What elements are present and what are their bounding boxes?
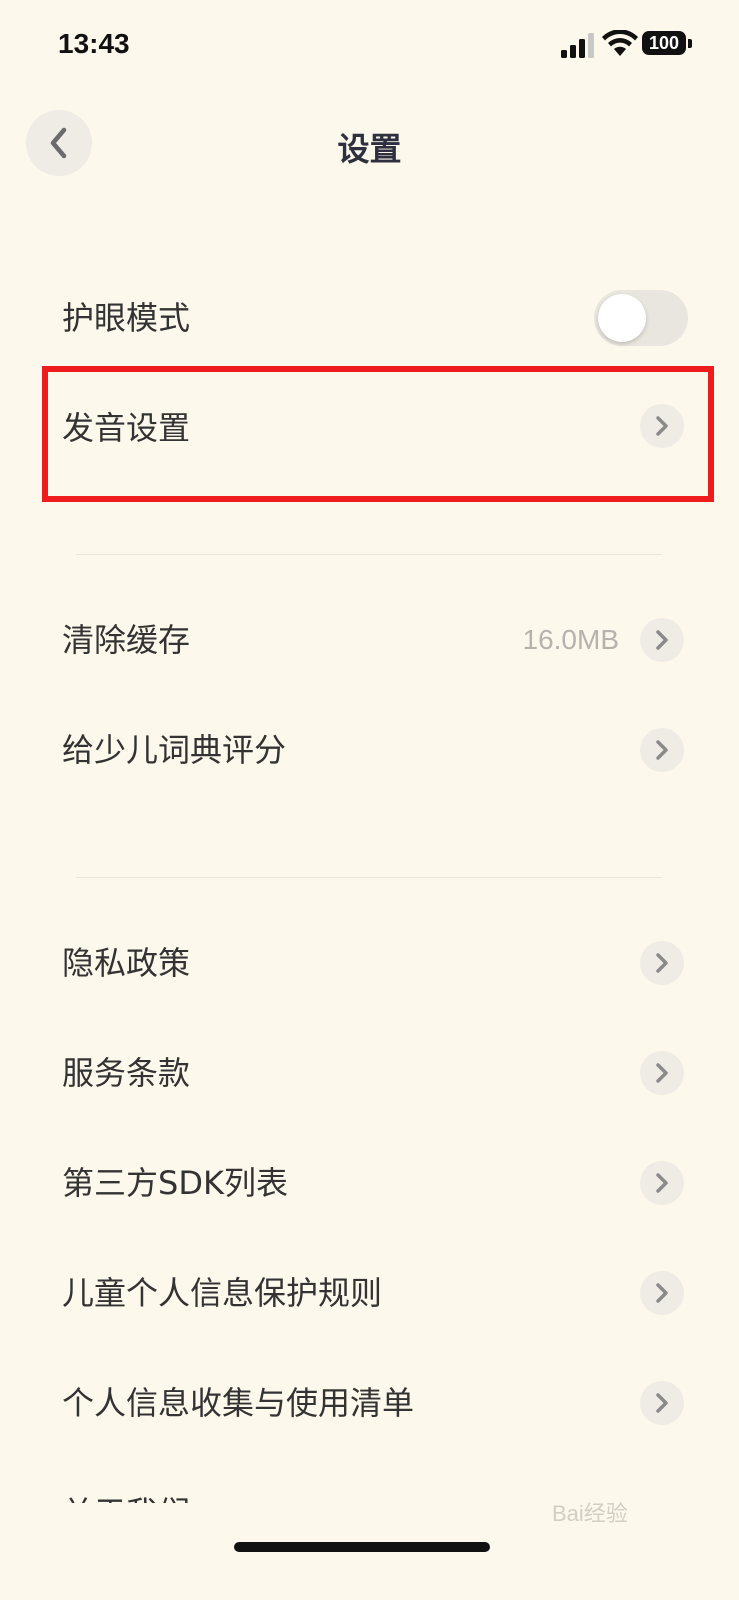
third-party-sdk-label: 第三方SDK列表 (62, 1164, 288, 1202)
chevron-right-icon (640, 1381, 684, 1425)
about-us-label: 关于我们 (62, 1493, 190, 1503)
chevron-right-icon (640, 941, 684, 985)
divider (76, 877, 662, 878)
chevron-right-icon (640, 728, 684, 772)
battery-tip (688, 39, 692, 48)
chevron-right-icon (640, 618, 684, 662)
chevron-right-icon (640, 1161, 684, 1205)
toggle-knob (598, 294, 646, 342)
terms-of-service-label: 服务条款 (62, 1054, 191, 1092)
home-indicator (234, 1542, 490, 1552)
chevron-right-icon (640, 1271, 684, 1315)
cellular-signal-icon (561, 33, 594, 58)
status-time: 13:43 (58, 28, 130, 59)
terms-of-service-row[interactable]: 服务条款 (0, 1023, 739, 1123)
rate-app-row[interactable]: 给少儿词典评分 (0, 700, 739, 800)
clear-cache-row[interactable]: 清除缓存 16.0MB (0, 590, 739, 690)
page-title: 设置 (337, 130, 402, 168)
clear-cache-label: 清除缓存 (62, 621, 191, 659)
eye-mode-label: 护眼模式 (62, 299, 191, 337)
privacy-policy-row[interactable]: 隐私政策 (0, 913, 739, 1013)
cache-size-value: 16.0MB (522, 624, 620, 655)
eye-mode-toggle[interactable] (594, 290, 688, 346)
rate-app-label: 给少儿词典评分 (62, 731, 287, 769)
battery-icon: 100 (642, 31, 686, 55)
watermark: Bai经验 (552, 1501, 628, 1526)
child-privacy-rules-row[interactable]: 儿童个人信息保护规则 (0, 1243, 739, 1343)
chevron-right-icon (640, 1051, 684, 1095)
child-privacy-rules-label: 儿童个人信息保护规则 (62, 1274, 383, 1312)
personal-info-list-row[interactable]: 个人信息收集与使用清单 (0, 1353, 739, 1453)
personal-info-list-label: 个人信息收集与使用清单 (62, 1384, 415, 1422)
wifi-icon (602, 30, 638, 56)
third-party-sdk-row[interactable]: 第三方SDK列表 (0, 1133, 739, 1233)
divider (76, 554, 662, 555)
status-bar: 13:43 100 (0, 0, 739, 92)
privacy-policy-label: 隐私政策 (62, 944, 191, 982)
highlight-box (42, 366, 714, 502)
